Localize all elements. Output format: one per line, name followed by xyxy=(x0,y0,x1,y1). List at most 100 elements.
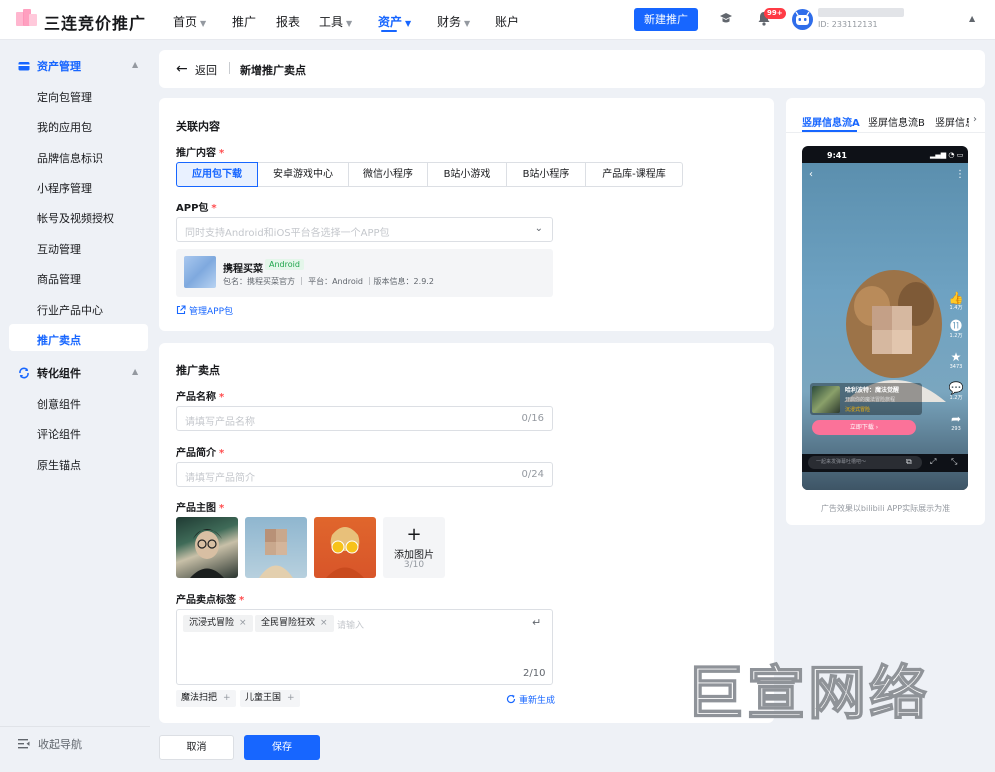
section-title-associated-content: 关联内容 xyxy=(176,120,220,133)
video-subject-redacted xyxy=(844,270,946,402)
char-counter: 0/16 xyxy=(521,413,544,424)
back-link[interactable]: 返回 xyxy=(195,62,217,78)
notification-badge: 99+ xyxy=(764,8,786,19)
comment-icon: 💬 1.2万 xyxy=(948,381,964,402)
required-mark: * xyxy=(219,448,225,459)
tag-counter: 2/10 xyxy=(523,668,546,679)
tab-vertical-feed-b[interactable]: 竖屏信息流B xyxy=(868,114,925,129)
tab-vertical-feed-c[interactable]: 竖屏信息 xyxy=(935,114,969,129)
sidebar-group-asset-management[interactable]: 资产管理 xyxy=(18,58,81,74)
user-name-redacted xyxy=(818,8,904,17)
nav-account[interactable]: 账户 xyxy=(495,13,519,30)
save-button[interactable]: 保存 xyxy=(244,735,320,760)
product-name-placeholder: 请填写产品名称 xyxy=(185,417,255,428)
chevron-up-icon[interactable]: ▲ xyxy=(132,367,138,376)
promo-content-label: 推广内容 * xyxy=(176,148,225,159)
add-image-button[interactable]: + 添加图片 3/10 xyxy=(383,517,445,578)
product-name-input[interactable]: 请填写产品名称 0/16 xyxy=(176,406,553,431)
segment-product-course-library[interactable]: 产品库-课程库 xyxy=(586,162,683,187)
ad-subtitle: 开启你的魔法冒险旅程 xyxy=(845,397,896,403)
sidebar-item-comment-components[interactable]: 评论组件 xyxy=(37,426,81,442)
collapse-menu-icon xyxy=(18,739,30,749)
sidebar-item-native-anchors[interactable]: 原生锚点 xyxy=(37,457,81,473)
segment-bilibili-mini-game[interactable]: B站小游戏 xyxy=(428,162,507,187)
sidebar-item-selling-points[interactable]: 推广卖点 xyxy=(37,332,81,348)
suggested-tag[interactable]: 儿童王国 + xyxy=(240,690,300,707)
sidebar-item-interaction[interactable]: 互动管理 xyxy=(37,241,81,257)
chevron-up-icon[interactable]: ▲ xyxy=(132,60,138,69)
sidebar-item-products[interactable]: 商品管理 xyxy=(37,271,81,287)
regenerate-button[interactable]: 重新生成 xyxy=(506,693,555,706)
nav-home[interactable]: 首页 ▼ xyxy=(173,13,206,30)
manage-app-link[interactable]: 管理APP包 xyxy=(176,304,233,317)
enter-key-icon: ↵ xyxy=(532,616,542,629)
required-mark: * xyxy=(211,203,217,214)
required-mark: * xyxy=(219,148,225,159)
app-package-select[interactable]: 同时支持Android和iOS平台各选择一个APP包 ⌄ xyxy=(176,217,553,242)
new-promotion-button[interactable]: 新建推广 xyxy=(634,8,698,31)
sidebar-item-mini-programs[interactable]: 小程序管理 xyxy=(37,180,92,196)
sidebar-item-industry-products[interactable]: 行业产品中心 xyxy=(37,302,103,318)
collapse-nav-button[interactable]: 收起导航 xyxy=(18,736,82,752)
chevron-down-icon: ▼ xyxy=(200,19,207,28)
nav-promotion[interactable]: 推广 xyxy=(232,13,256,30)
sidebar-item-brand-identity[interactable]: 品牌信息标识 xyxy=(37,150,103,166)
ad-tag: 沉浸式冒险 xyxy=(845,407,871,413)
plus-icon: + xyxy=(406,524,422,545)
segment-app-download[interactable]: 应用包下载 xyxy=(176,162,258,187)
sidebar-group-conversion-components[interactable]: 转化组件 xyxy=(18,365,81,381)
product-image-2[interactable] xyxy=(245,517,307,578)
more-icon: ⋮ xyxy=(955,169,965,180)
back-arrow-icon[interactable]: ← xyxy=(176,61,188,77)
divider xyxy=(229,62,230,74)
product-image-3[interactable] xyxy=(314,517,376,578)
product-image-1[interactable] xyxy=(176,517,238,578)
user-id: ID: 233112131 xyxy=(818,20,878,29)
danmaku-input: 一起来发弹幕吐槽吧～ xyxy=(808,456,922,469)
sidebar-item-creative-components[interactable]: 创意组件 xyxy=(37,396,81,412)
danmaku-toggle-icon: ⧉ xyxy=(906,457,912,466)
sidebar-item-account-video-auth[interactable]: 帐号及视频授权 xyxy=(37,210,114,226)
tab-vertical-feed-a[interactable]: 竖屏信息流A xyxy=(802,114,860,129)
platform-tag: Android xyxy=(265,259,304,270)
segment-android-game-center[interactable]: 安卓游戏中心 xyxy=(258,162,349,187)
chevron-right-icon[interactable]: › xyxy=(973,114,977,125)
app-icon-redacted xyxy=(184,256,216,288)
tags-placeholder: 请输入 xyxy=(337,621,365,631)
section-title-selling-points: 推广卖点 xyxy=(176,364,220,377)
segment-wechat-mini-program[interactable]: 微信小程序 xyxy=(349,162,428,187)
product-intro-input[interactable]: 请填写产品简介 0/24 xyxy=(176,462,553,487)
back-icon: ‹ xyxy=(809,169,813,180)
chevron-down-icon: ▼ xyxy=(464,19,471,28)
app-package-placeholder: 同时支持Android和iOS平台各选择一个APP包 xyxy=(185,228,390,239)
product-intro-label: 产品简介 * xyxy=(176,448,225,459)
cancel-button[interactable]: 取消 xyxy=(159,735,234,760)
suggested-tag[interactable]: 魔法扫把 + xyxy=(176,690,236,707)
nav-assets[interactable]: 资产 ▼ xyxy=(378,13,411,30)
plus-icon: + xyxy=(223,693,231,703)
segment-bilibili-mini-program[interactable]: B站小程序 xyxy=(507,162,586,187)
close-icon[interactable]: × xyxy=(239,618,247,628)
nav-finance[interactable]: 财务 ▼ xyxy=(437,13,470,30)
coin-icon: ⓫ 1.2万 xyxy=(949,319,963,340)
close-icon[interactable]: × xyxy=(320,618,328,628)
exit-fullscreen-icon: ⤡ xyxy=(951,457,958,466)
ad-download-button: 立即下载 › xyxy=(812,420,916,435)
graduation-cap-icon[interactable] xyxy=(719,12,733,25)
status-time: 9:41 xyxy=(827,151,847,160)
nav-reports[interactable]: 报表 xyxy=(276,13,300,30)
required-mark: * xyxy=(239,595,245,606)
sidebar-item-my-app-packages[interactable]: 我的应用包 xyxy=(37,119,92,135)
wallet-icon xyxy=(18,62,30,71)
selling-tags-label: 产品卖点标签 * xyxy=(176,595,245,606)
sidebar-item-targeting-packages[interactable]: 定向包管理 xyxy=(37,89,92,105)
avatar[interactable] xyxy=(792,9,813,30)
like-icon: 👍 1.4万 xyxy=(948,291,964,312)
external-link-icon xyxy=(176,305,186,315)
chevron-up-icon[interactable]: ▲ xyxy=(969,14,975,23)
nav-tools[interactable]: 工具 ▼ xyxy=(319,13,352,30)
refresh-icon xyxy=(506,694,516,704)
required-mark: * xyxy=(219,392,225,403)
chevron-down-icon: ⌄ xyxy=(534,223,543,234)
app-meta: 包名：携程买菜官方 ｜ 平台：Android ｜版本信息：2.9.2 xyxy=(223,277,434,286)
